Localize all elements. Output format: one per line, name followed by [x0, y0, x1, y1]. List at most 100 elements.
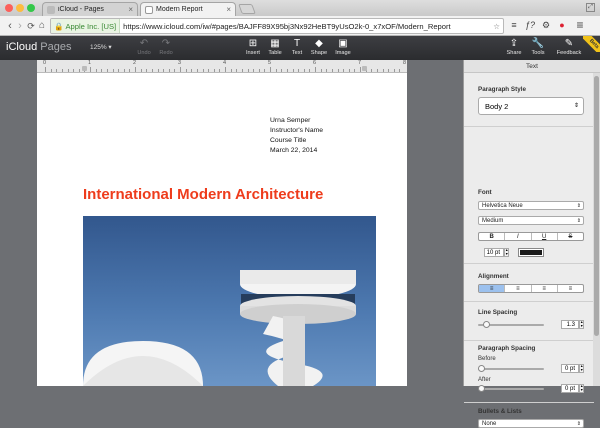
after-spacing-field[interactable]: 0 pt [561, 384, 579, 393]
share-label: Share [506, 50, 522, 56]
ruler-tick [185, 69, 187, 72]
formula-extension-icon[interactable]: ƒ? [524, 19, 536, 32]
table-icon: ▦ [270, 38, 280, 49]
line-spacing-slider[interactable] [478, 321, 544, 328]
ruler-tick [241, 69, 243, 72]
image-button[interactable]: ▣ Image [331, 38, 355, 56]
paragraph-style-select[interactable]: Body 2 ⇕ [478, 97, 584, 115]
document-title[interactable]: International Modern Architecture [83, 186, 323, 203]
ruler-tick [163, 69, 165, 72]
after-label: After [478, 377, 491, 383]
scrollbar-thumb[interactable] [594, 76, 599, 336]
slider-track [478, 388, 544, 390]
bookmark-star-icon[interactable]: ☆ [493, 22, 500, 31]
new-tab-button[interactable] [238, 4, 256, 14]
ruler-tick [174, 69, 176, 72]
close-tab-icon[interactable]: × [226, 5, 231, 14]
logo-main: iCloud [6, 41, 38, 53]
home-button[interactable]: ⌂ [36, 18, 48, 34]
before-spacing-field[interactable]: 0 pt [561, 364, 579, 373]
strikethrough-button[interactable]: S [558, 233, 583, 240]
bold-button[interactable]: B [479, 233, 506, 240]
layers-extension-icon[interactable]: ≡ [508, 19, 520, 32]
bullets-select[interactable]: None ⇕ [478, 419, 584, 428]
slider-knob[interactable] [482, 321, 490, 328]
line-spacing-field[interactable]: 1.3 [561, 320, 579, 329]
tools-button[interactable]: 🔧 Tools [526, 38, 550, 56]
before-spacing-stepper[interactable]: ▲ ▼ [579, 364, 584, 373]
ruler-tick [320, 69, 322, 72]
ruler-tick [101, 69, 103, 72]
align-left-button[interactable]: ≡ [479, 285, 506, 292]
line-spacing-stepper[interactable]: ▲ ▼ [579, 320, 584, 329]
ruler-tick [331, 69, 333, 72]
slider-knob[interactable] [478, 385, 485, 392]
after-spacing-slider[interactable] [478, 385, 544, 392]
settings-extension-icon[interactable]: ⚙ [540, 19, 552, 32]
undo-icon: ↶ [139, 38, 149, 49]
tab-modern-report[interactable]: Modern Report × [140, 2, 236, 16]
italic-button[interactable]: I [505, 233, 532, 240]
align-justify-button[interactable]: ≡ [558, 285, 583, 292]
document-page[interactable]: Urna Semper Instructor's Name Course Tit… [37, 73, 407, 386]
shape-button[interactable]: ◆ Shape [307, 38, 331, 56]
document-header-block[interactable]: Urna Semper Instructor's Name Course Tit… [270, 116, 323, 156]
tab-icloud-pages[interactable]: iCloud - Pages × [42, 2, 138, 16]
alignment-label: Alignment [478, 273, 509, 280]
ev-certificate-badge[interactable]: 🔒 Apple Inc. [US] [51, 19, 121, 33]
paragraph-style-label: Paragraph Style [478, 86, 526, 93]
ruler-tick [258, 69, 260, 72]
document-date: March 22, 2014 [270, 147, 318, 154]
ruler-number: 3 [178, 60, 182, 66]
font-style-buttons: B I U S [478, 232, 584, 241]
after-spacing-stepper[interactable]: ▲ ▼ [579, 384, 584, 393]
ruler-margin-marker[interactable] [362, 66, 367, 71]
ruler-margin-marker[interactable] [82, 66, 87, 71]
ruler-tick [275, 69, 277, 72]
minimize-window-button[interactable] [16, 4, 24, 12]
inspector-scrollbar[interactable] [593, 73, 600, 386]
ruler-tick [129, 69, 131, 72]
window-fullscreen-icon[interactable]: ⤢ [586, 3, 595, 12]
undo-button[interactable]: ↶ Undo [132, 38, 156, 56]
underline-button[interactable]: U [532, 233, 558, 240]
redo-button[interactable]: ↷ Redo [154, 38, 178, 56]
redo-label: Redo [159, 50, 173, 56]
close-tab-icon[interactable]: × [128, 5, 133, 14]
architecture-photo[interactable] [83, 216, 376, 386]
text-button[interactable]: T Text [285, 38, 309, 56]
align-center-button[interactable]: ≡ [505, 285, 532, 292]
image-label: Image [335, 50, 351, 56]
ruler-tick [135, 67, 136, 72]
building-illustration [83, 270, 356, 386]
font-color-well[interactable] [518, 248, 544, 257]
font-size-field[interactable]: 10 pt [484, 248, 504, 257]
url-field[interactable]: 🔒 Apple Inc. [US] https://www.icloud.com… [50, 18, 504, 34]
share-button[interactable]: ⇪ Share [502, 38, 526, 56]
zoom-select[interactable]: 125% ▾ [90, 43, 112, 51]
zoom-window-button[interactable] [27, 4, 35, 12]
slider-knob[interactable] [478, 365, 485, 372]
align-right-button[interactable]: ≡ [532, 285, 558, 292]
record-extension-icon[interactable]: ● [556, 19, 568, 32]
before-spacing-slider[interactable] [478, 365, 544, 372]
table-button[interactable]: ▦ Table [263, 38, 287, 56]
ruler-tick [168, 69, 170, 72]
paragraph-style-section: Paragraph Style Body 2 ⇕ [464, 74, 594, 127]
browser-menu-icon[interactable]: ≡ [574, 19, 586, 32]
share-icon: ⇪ [509, 38, 519, 49]
font-family-select[interactable]: Helvetica Neue ⇕ [478, 201, 584, 210]
ruler-tick [180, 67, 181, 72]
feedback-button[interactable]: ✎ Feedback [556, 38, 582, 56]
text-icon: T [293, 38, 301, 49]
font-weight-select[interactable]: Medium ⇕ [478, 216, 584, 225]
ruler-tick [236, 69, 238, 72]
feedback-pencil-icon: ✎ [564, 38, 574, 49]
logo-sub: Pages [40, 41, 72, 53]
ruler-tick [50, 69, 52, 72]
insert-button[interactable]: ⊞ Insert [241, 38, 265, 56]
instructor-name: Instructor's Name [270, 127, 324, 134]
ruler-tick [382, 69, 384, 72]
close-window-button[interactable] [5, 4, 13, 12]
font-size-stepper[interactable]: ▲ ▼ [504, 248, 509, 257]
